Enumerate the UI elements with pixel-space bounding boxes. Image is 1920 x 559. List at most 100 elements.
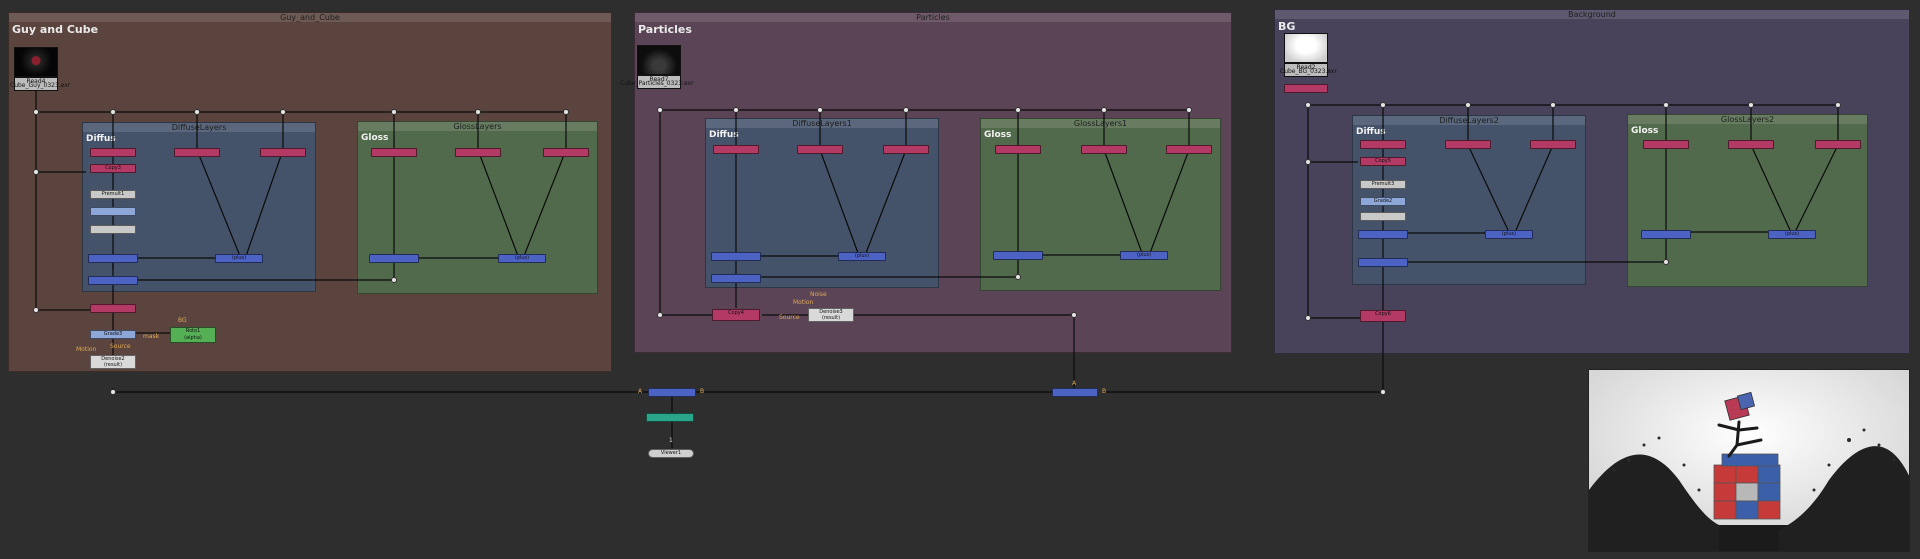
node-shuffle-gloss-2[interactable] (455, 148, 501, 157)
node-output-write[interactable] (646, 413, 694, 422)
node-p-shuffle-1[interactable] (713, 145, 759, 154)
dot-node[interactable] (1101, 107, 1107, 113)
node-shuffle-gloss-3[interactable] (543, 148, 589, 157)
node-premult3[interactable]: Premult3 (1360, 180, 1406, 189)
node-bg-premult[interactable] (1360, 212, 1406, 221)
node-p-merge-gloss[interactable] (993, 251, 1043, 260)
node-grade3[interactable]: Grade3 (90, 330, 136, 339)
node-copy6[interactable]: Copy6 (1360, 310, 1406, 322)
node-p-gloss-3[interactable] (1166, 145, 1212, 154)
dot-node[interactable] (903, 107, 909, 113)
dot-node[interactable] (391, 277, 397, 283)
node-merge-final-1[interactable] (648, 388, 696, 397)
edge-label-source: Source (110, 343, 131, 350)
read2-filename: Cube_BG_0323.exr (1280, 68, 1337, 75)
node-shuffle-gloss[interactable] (371, 148, 417, 157)
node-merge-gloss[interactable] (369, 254, 419, 263)
node-graph-canvas[interactable]: Guy_and_Cube Guy and Cube Particles Part… (0, 0, 1920, 559)
dot-node[interactable] (1186, 107, 1192, 113)
dot-node[interactable] (1465, 102, 1471, 108)
dot-node[interactable] (33, 307, 39, 313)
node-p-gloss-1[interactable] (995, 145, 1041, 154)
dot-node[interactable] (563, 109, 569, 115)
node-viewer1[interactable]: Viewer1 (648, 449, 694, 458)
roto1-label: Roto1 (185, 328, 201, 334)
node-bg-gloss-2[interactable] (1728, 140, 1774, 149)
node-bg-shuffle[interactable] (1360, 140, 1406, 149)
dot-node[interactable] (33, 169, 39, 175)
dot-node[interactable] (1015, 107, 1021, 113)
denoise2-sub: (result) (103, 362, 123, 368)
dot-node[interactable] (1380, 389, 1386, 395)
node-merge-final-2[interactable] (1052, 388, 1098, 397)
edge-label-motion: Motion (76, 346, 97, 353)
dot-node[interactable] (1835, 102, 1841, 108)
dot-node[interactable] (280, 109, 286, 115)
node-shuffle-2[interactable] (260, 148, 306, 157)
node-shuffle-1[interactable] (174, 148, 220, 157)
node-merge-plus[interactable]: (plus) (215, 254, 263, 263)
node-copy3[interactable]: Copy3 (90, 164, 136, 173)
node-bg-merge-gloss[interactable] (1641, 230, 1691, 239)
node-p-merge-gloss-plus[interactable]: (plus) (1120, 251, 1168, 260)
node-p-shuffle-2[interactable] (797, 145, 843, 154)
read2-thumbnail (1284, 33, 1328, 63)
node-bg-gloss-3[interactable] (1815, 140, 1861, 149)
node-bg-shuffle-3[interactable] (1530, 140, 1576, 149)
node-grade2[interactable]: Grade2 (1360, 197, 1406, 206)
dot-node[interactable] (817, 107, 823, 113)
dot-node[interactable] (1663, 259, 1669, 265)
dot-node[interactable] (1015, 274, 1021, 280)
dot-node[interactable] (110, 109, 116, 115)
node-copy-guy[interactable] (90, 304, 136, 313)
dot-node[interactable] (194, 109, 200, 115)
node-bg-gloss-1[interactable] (1643, 140, 1689, 149)
node-bg-merge-out[interactable] (1358, 258, 1408, 267)
node-roto1[interactable]: Roto1 (alpha) (170, 327, 216, 343)
edge-label-noise: Noise (810, 291, 827, 298)
dot-node[interactable] (33, 109, 39, 115)
dot-node[interactable] (657, 312, 663, 318)
node-bg-merge-gloss-plus[interactable]: (plus) (1768, 230, 1816, 239)
node-bg-shuffle-2[interactable] (1445, 140, 1491, 149)
roto1-sub: (alpha) (184, 335, 202, 341)
node-shuffle-diffuse[interactable] (90, 148, 136, 157)
viewer-preview-panel[interactable] (1588, 369, 1910, 552)
node-p-merge-out[interactable] (711, 274, 761, 283)
dot-node[interactable] (475, 109, 481, 115)
dot-node[interactable] (1305, 315, 1311, 321)
dot-node[interactable] (733, 107, 739, 113)
dot-node[interactable] (1305, 102, 1311, 108)
node-grade[interactable] (90, 207, 136, 216)
dot-node[interactable] (1380, 102, 1386, 108)
node-premult1[interactable]: Premult1 (90, 190, 136, 199)
dot-node[interactable] (110, 389, 116, 395)
node-p-merge-diffuse[interactable] (711, 252, 761, 261)
dot-node[interactable] (391, 109, 397, 115)
node-p-shuffle-3[interactable] (883, 145, 929, 154)
dot-node[interactable] (1071, 312, 1077, 318)
edge-label-source: Source (779, 314, 800, 321)
viewer-input-label: 1 (669, 437, 673, 444)
node-denoise3[interactable]: Denoise3 (result) (808, 308, 854, 322)
node-premult[interactable] (90, 225, 136, 234)
node-bg-merge-plus[interactable]: (plus) (1485, 230, 1533, 239)
read7-thumbnail (637, 45, 681, 75)
edge-label-a: A (1072, 380, 1077, 387)
node-bg-reformat[interactable] (1284, 84, 1328, 93)
node-bg-merge-diffuse[interactable] (1358, 230, 1408, 239)
dot-node[interactable] (1550, 102, 1556, 108)
node-denoise2[interactable]: Denoise2 (result) (90, 355, 136, 369)
node-copy5[interactable]: Copy5 (1360, 157, 1406, 166)
node-p-gloss-2[interactable] (1081, 145, 1127, 154)
dot-node[interactable] (1748, 102, 1754, 108)
node-merge-gloss-plus[interactable]: (plus) (498, 254, 546, 263)
dot-node[interactable] (657, 107, 663, 113)
node-merge-diffuse-out[interactable] (88, 276, 138, 285)
node-p-merge-plus[interactable]: (plus) (838, 252, 886, 261)
node-copy4[interactable]: Copy4 (712, 309, 760, 321)
dot-node[interactable] (1305, 159, 1311, 165)
dot-node[interactable] (1663, 102, 1669, 108)
read4-filename: Cube_Guy_0323.exr (10, 82, 71, 89)
node-merge-diffuse[interactable] (88, 254, 138, 263)
